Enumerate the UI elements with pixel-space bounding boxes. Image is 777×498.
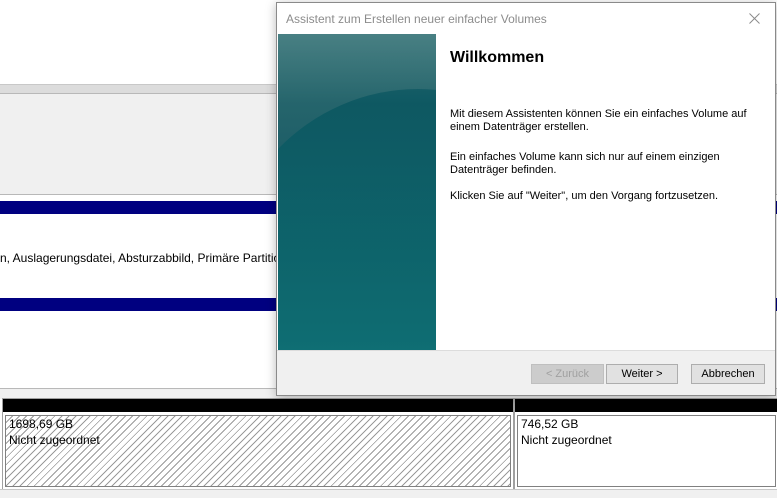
banner-curve bbox=[278, 89, 436, 350]
wizard-content: Willkommen Mit diesem Assistenten können… bbox=[277, 34, 775, 350]
banner-gloss bbox=[278, 34, 436, 104]
partition-size: 746,52 GB bbox=[521, 417, 579, 431]
close-button[interactable] bbox=[735, 3, 775, 34]
partition-size: 1698,69 GB bbox=[9, 417, 74, 431]
volume-description: n, Auslagerungsdatei, Absturzabbild, Pri… bbox=[0, 251, 281, 265]
new-simple-volume-wizard: Assistent zum Erstellen neuer einfacher … bbox=[276, 2, 776, 396]
partition-status: Nicht zugeordnet bbox=[521, 433, 612, 447]
welcome-heading: Willkommen bbox=[450, 49, 545, 66]
button-area-divider bbox=[277, 350, 775, 351]
dialog-title: Assistent zum Erstellen neuer einfacher … bbox=[286, 12, 547, 26]
close-icon bbox=[749, 13, 760, 24]
unallocated-partition[interactable]: 1698,69 GB Nicht zugeordnet bbox=[2, 398, 514, 490]
next-button[interactable]: Weiter > bbox=[606, 364, 678, 384]
title-bar[interactable]: Assistent zum Erstellen neuer einfacher … bbox=[277, 3, 775, 34]
info-text: Ein einfaches Volume kann sich nur auf e… bbox=[450, 151, 720, 176]
partition-hatch bbox=[5, 415, 511, 487]
cancel-button[interactable]: Abbrechen bbox=[691, 364, 765, 384]
unallocated-partition[interactable]: 746,52 GB Nicht zugeordnet bbox=[514, 398, 777, 490]
partition-status: Nicht zugeordnet bbox=[9, 433, 100, 447]
partition-header-bar bbox=[3, 399, 513, 412]
intro-text: Mit diesem Assistenten können Sie ein ei… bbox=[450, 108, 747, 133]
back-button[interactable]: < Zurück bbox=[531, 364, 604, 384]
partition-header-bar bbox=[515, 399, 777, 412]
wizard-banner-image bbox=[278, 34, 436, 350]
instruction-text: Klicken Sie auf "Weiter", um den Vorgang… bbox=[450, 190, 719, 202]
